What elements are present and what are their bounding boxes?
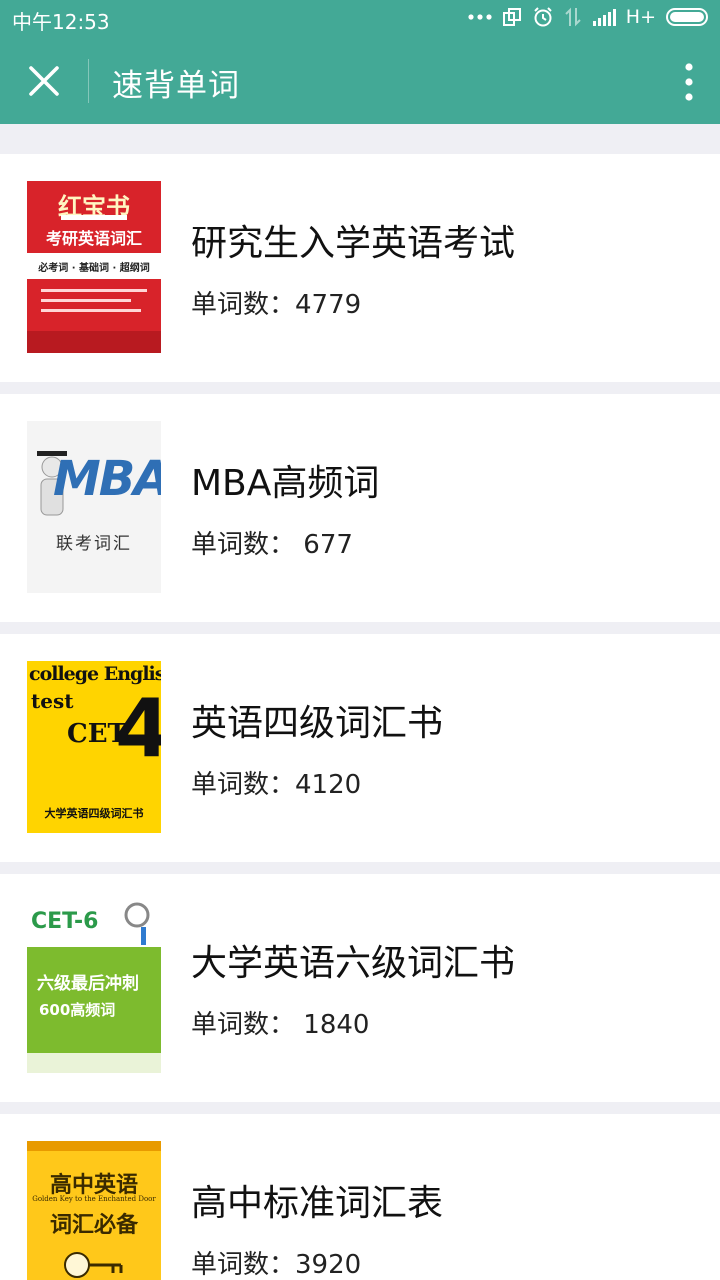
word-count-label: 单词数： [191, 1250, 296, 1280]
status-icons: H+ [468, 6, 710, 28]
magnifier-icon [124, 902, 150, 945]
book-title: 研究生入学英语考试 [191, 223, 516, 264]
cover-subtitle: 考研英语词汇 [45, 229, 142, 248]
cover-line2: 600高频词 [39, 1001, 116, 1019]
word-count-value: 1840 [295, 1010, 370, 1040]
app-bar: 速背单词 [0, 38, 720, 124]
cover-tagline: 必考词 · 基础词 · 超纲词 [38, 263, 150, 274]
screen-rotate-icon [502, 8, 521, 26]
word-count-value: 4779 [295, 290, 362, 320]
page-title: 速背单词 [112, 68, 240, 104]
book-item-cet6[interactable]: CET-6 六级最后冲刺 600高频词 大学英语六级词汇书 单词数： 1840 [0, 874, 720, 1102]
network-type: H+ [625, 6, 656, 28]
book-cover: MBA 联考词汇 [27, 421, 161, 593]
book-list: 红宝书 考研英语词汇 必考词 · 基础词 · 超纲词 研究生入学英语考试 单词数… [0, 124, 720, 1280]
word-count: 单词数：4779 [191, 284, 361, 321]
key-illustration-icon [64, 1252, 123, 1278]
cover-line3: 词汇必备 [49, 1212, 138, 1238]
book-cover: 红宝书 考研英语词汇 必考词 · 基础词 · 超纲词 [27, 181, 161, 353]
cover-line2: Golden Key to the Enchanted Door [32, 1195, 156, 1203]
cover-line1: 六级最后冲刺 [37, 974, 139, 994]
app-bar-divider [88, 59, 89, 103]
word-count-label: 单词数： [191, 530, 296, 560]
more-vertical-icon[interactable] [682, 62, 696, 102]
cover-title: MBA [53, 451, 161, 507]
more-dots-icon [468, 14, 492, 20]
book-title: MBA高频词 [191, 463, 380, 504]
book-cover: 高中英语 Golden Key to the Enchanted Door 词汇… [27, 1141, 161, 1280]
status-bar: 中午12:53 H+ [0, 0, 720, 38]
cover-line2: test [31, 689, 74, 713]
status-time: 中午12:53 [12, 10, 110, 34]
cover-ribbon [61, 215, 127, 220]
alarm-icon [534, 7, 552, 27]
word-count-label: 单词数： [191, 770, 296, 800]
cover-digit: 4 [115, 682, 161, 775]
word-count-value: 4120 [295, 770, 362, 800]
word-count: 单词数： 1840 [191, 1004, 369, 1041]
book-title: 大学英语六级词汇书 [191, 943, 516, 984]
word-count-value: 3920 [295, 1250, 362, 1280]
book-item-mba[interactable]: MBA 联考词汇 MBA高频词 单词数： 677 [0, 394, 720, 622]
book-item-kaoyan[interactable]: 红宝书 考研英语词汇 必考词 · 基础词 · 超纲词 研究生入学英语考试 单词数… [0, 154, 720, 382]
cover-footer: 大学英语四级词汇书 [44, 807, 144, 820]
word-count-value: 677 [295, 530, 353, 560]
word-count: 单词数：3920 [191, 1244, 361, 1280]
word-count: 单词数：4120 [191, 764, 361, 801]
book-cover: CET-6 六级最后冲刺 600高频词 [27, 901, 161, 1073]
close-icon[interactable] [22, 59, 66, 103]
book-title: 英语四级词汇书 [191, 703, 444, 744]
word-count-label: 单词数： [191, 1010, 296, 1040]
battery-icon [666, 8, 708, 26]
signal-icon [592, 9, 616, 26]
cover-subtitle: 联考词汇 [56, 534, 132, 554]
cover-tag: CET-6 [31, 909, 99, 934]
word-count-label: 单词数： [191, 290, 296, 320]
book-cover: college English test CET 4 大学英语四级词汇书 [27, 661, 161, 833]
data-transfer-icon [565, 7, 581, 27]
book-item-cet4[interactable]: college English test CET 4 大学英语四级词汇书 英语四… [0, 634, 720, 862]
word-count: 单词数： 677 [191, 524, 353, 561]
book-item-highschool[interactable]: 高中英语 Golden Key to the Enchanted Door 词汇… [0, 1114, 720, 1280]
book-title: 高中标准词汇表 [191, 1183, 444, 1224]
